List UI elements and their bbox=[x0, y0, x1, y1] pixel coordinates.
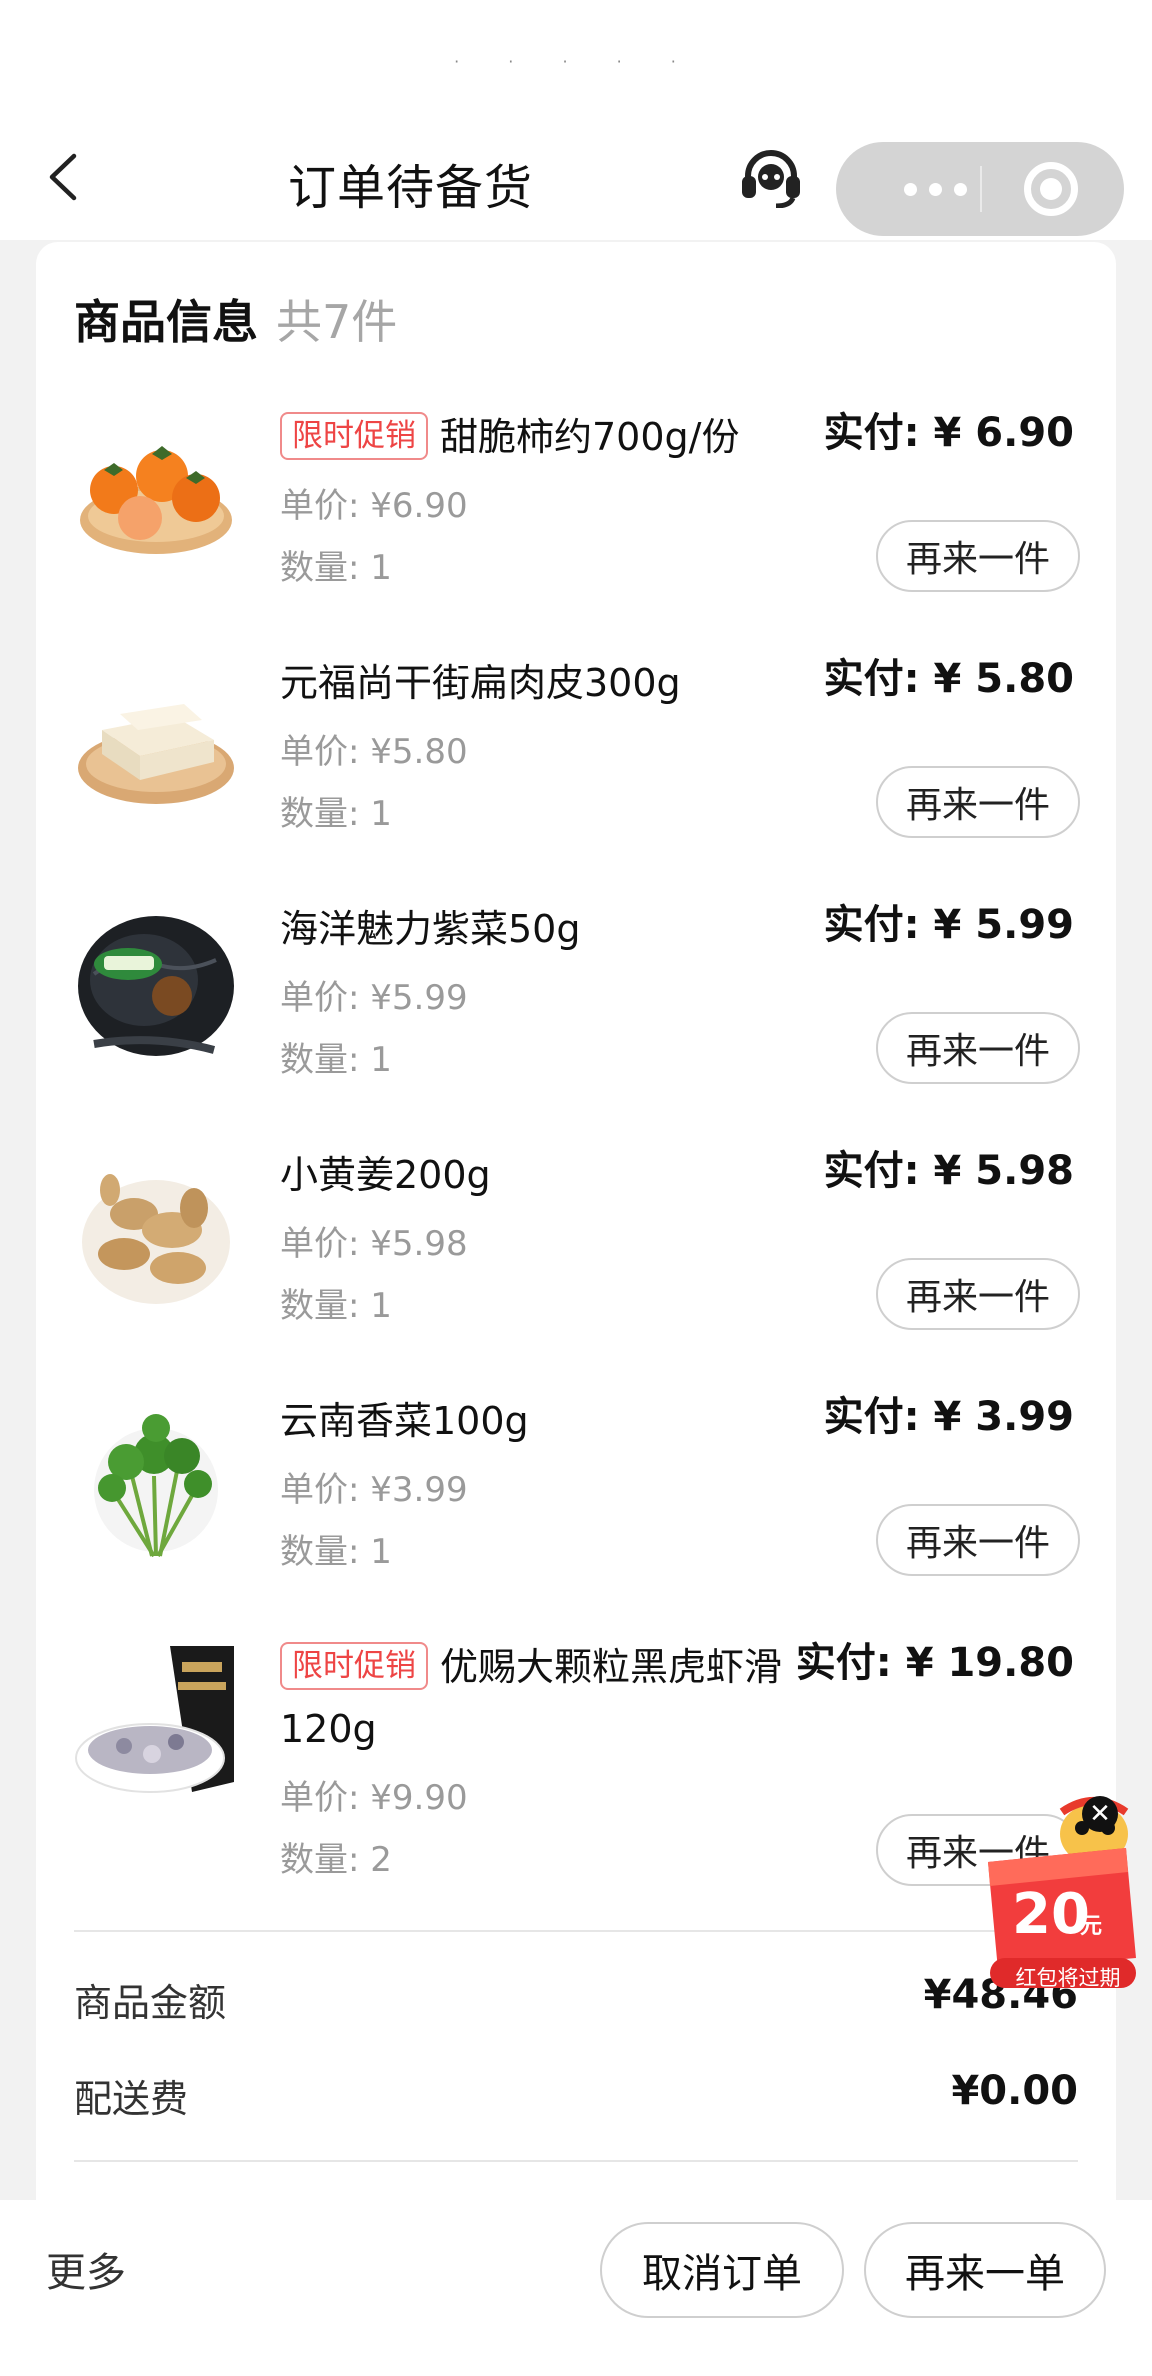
list-item: 限时促销 优赐大颗粒黑虎虾滑120g 实付: ¥ 19.80 单价: ¥9.90 … bbox=[36, 1632, 1116, 1932]
bottom-action-bar: 更多 取消订单 再来一单 bbox=[0, 2200, 1152, 2376]
quantity: 数量: 1 bbox=[280, 548, 392, 588]
promo-badge: 限时促销 bbox=[280, 412, 428, 460]
persimmon-image bbox=[80, 446, 232, 554]
divider bbox=[74, 1930, 1078, 1932]
delivery-fee-value: ¥0.00 bbox=[951, 2068, 1078, 2114]
shrimp-paste-image bbox=[75, 1646, 234, 1793]
seaweed-image bbox=[78, 916, 234, 1056]
buy-again-button[interactable]: 再来一件 bbox=[876, 520, 1080, 592]
unit-price: 单价: ¥3.99 bbox=[280, 1470, 468, 1510]
paid-amount: 实付: ¥ 6.90 bbox=[823, 410, 1074, 456]
top-bar: · · · · · 订单待备货 bbox=[0, 0, 1152, 240]
paid-amount: 实付: ¥ 5.99 bbox=[823, 902, 1074, 948]
quantity: 数量: 2 bbox=[280, 1840, 392, 1880]
quantity: 数量: 1 bbox=[280, 1286, 392, 1326]
buy-again-button[interactable]: 再来一件 bbox=[876, 1258, 1080, 1330]
quantity: 数量: 1 bbox=[280, 1040, 392, 1080]
buy-again-button[interactable]: 再来一件 bbox=[876, 1012, 1080, 1084]
close-icon[interactable]: ✕ bbox=[1082, 1796, 1118, 1832]
list-item: 海洋魅力紫菜50g 实付: ¥ 5.99 单价: ¥5.99 数量: 1 再来一… bbox=[36, 894, 1116, 1140]
cancel-order-button[interactable]: 取消订单 bbox=[600, 2222, 844, 2318]
wonton-wrappers-image bbox=[78, 704, 234, 804]
target-icon[interactable] bbox=[1024, 162, 1078, 216]
back-button[interactable] bbox=[44, 152, 84, 202]
headset-icon bbox=[742, 150, 800, 209]
list-item: 元福尚干街扁肉皮300g 实付: ¥ 5.80 单价: ¥5.80 数量: 1 … bbox=[36, 648, 1116, 894]
reorder-button[interactable]: 再来一单 bbox=[864, 2222, 1106, 2318]
delivery-fee-label: 配送费 bbox=[74, 2077, 189, 2121]
status-indicator: · · · · · bbox=[454, 52, 698, 71]
promo-badge: 限时促销 bbox=[280, 1642, 428, 1690]
coupon-caption: 红包将过期 bbox=[1015, 1966, 1121, 1990]
unit-price: 单价: ¥9.90 bbox=[280, 1778, 468, 1818]
goods-amount-label: 商品金额 bbox=[74, 1981, 227, 2025]
product-name: 元福尚干街扁肉皮300g bbox=[280, 661, 681, 705]
item-count: 共7件 bbox=[276, 295, 398, 349]
product-name: 海洋魅力紫菜50g bbox=[280, 907, 581, 951]
paid-amount: 实付: ¥ 5.80 bbox=[823, 656, 1074, 702]
quantity: 数量: 1 bbox=[280, 1532, 392, 1572]
red-packet-coupon[interactable]: 20 元 红包将过期 bbox=[976, 1790, 1142, 1990]
quantity: 数量: 1 bbox=[280, 794, 392, 834]
page-title: 订单待备货 bbox=[288, 160, 534, 216]
product-name: 甜脆柿约700g/份 bbox=[440, 415, 740, 459]
list-item: 云南香菜100g 实付: ¥ 3.99 单价: ¥3.99 数量: 1 再来一件 bbox=[36, 1386, 1116, 1632]
order-items-card: 商品信息 共7件 限时促销 甜脆柿约700g/份 实付: ¥ 6.90 单价: ¥… bbox=[36, 242, 1116, 2202]
paid-amount: 实付: ¥ 3.99 bbox=[823, 1394, 1074, 1440]
unit-price: 单价: ¥6.90 bbox=[280, 486, 468, 526]
unit-price: 单价: ¥5.99 bbox=[280, 978, 468, 1018]
paid-amount: 实付: ¥ 19.80 bbox=[795, 1640, 1074, 1686]
capsule-divider bbox=[980, 166, 982, 212]
customer-service-button[interactable] bbox=[738, 148, 804, 209]
product-name: 小黄姜200g bbox=[280, 1153, 491, 1197]
buy-again-button[interactable]: 再来一件 bbox=[876, 1504, 1080, 1576]
unit-price: 单价: ¥5.80 bbox=[280, 732, 468, 772]
cilantro-image bbox=[94, 1414, 218, 1558]
paid-amount: 实付: ¥ 5.98 bbox=[823, 1148, 1074, 1194]
list-item: 小黄姜200g 实付: ¥ 5.98 单价: ¥5.98 数量: 1 再来一件 bbox=[36, 1140, 1116, 1386]
coupon-amount: 20 bbox=[1012, 1882, 1090, 1947]
section-title: 商品信息 bbox=[74, 295, 258, 349]
mini-program-capsule bbox=[836, 142, 1124, 236]
list-item: 限时促销 甜脆柿约700g/份 实付: ¥ 6.90 单价: ¥6.90 数量: … bbox=[36, 402, 1116, 648]
more-dots-icon[interactable] bbox=[880, 142, 990, 236]
product-name: 云南香菜100g bbox=[280, 1399, 529, 1443]
ginger-image bbox=[82, 1174, 230, 1304]
buy-again-button[interactable]: 再来一件 bbox=[876, 766, 1080, 838]
coupon-unit: 元 bbox=[1080, 1914, 1103, 1939]
chevron-left-icon bbox=[49, 153, 77, 201]
unit-price: 单价: ¥5.98 bbox=[280, 1224, 468, 1264]
more-link[interactable]: 更多 bbox=[46, 2240, 126, 2298]
divider bbox=[74, 2160, 1078, 2162]
